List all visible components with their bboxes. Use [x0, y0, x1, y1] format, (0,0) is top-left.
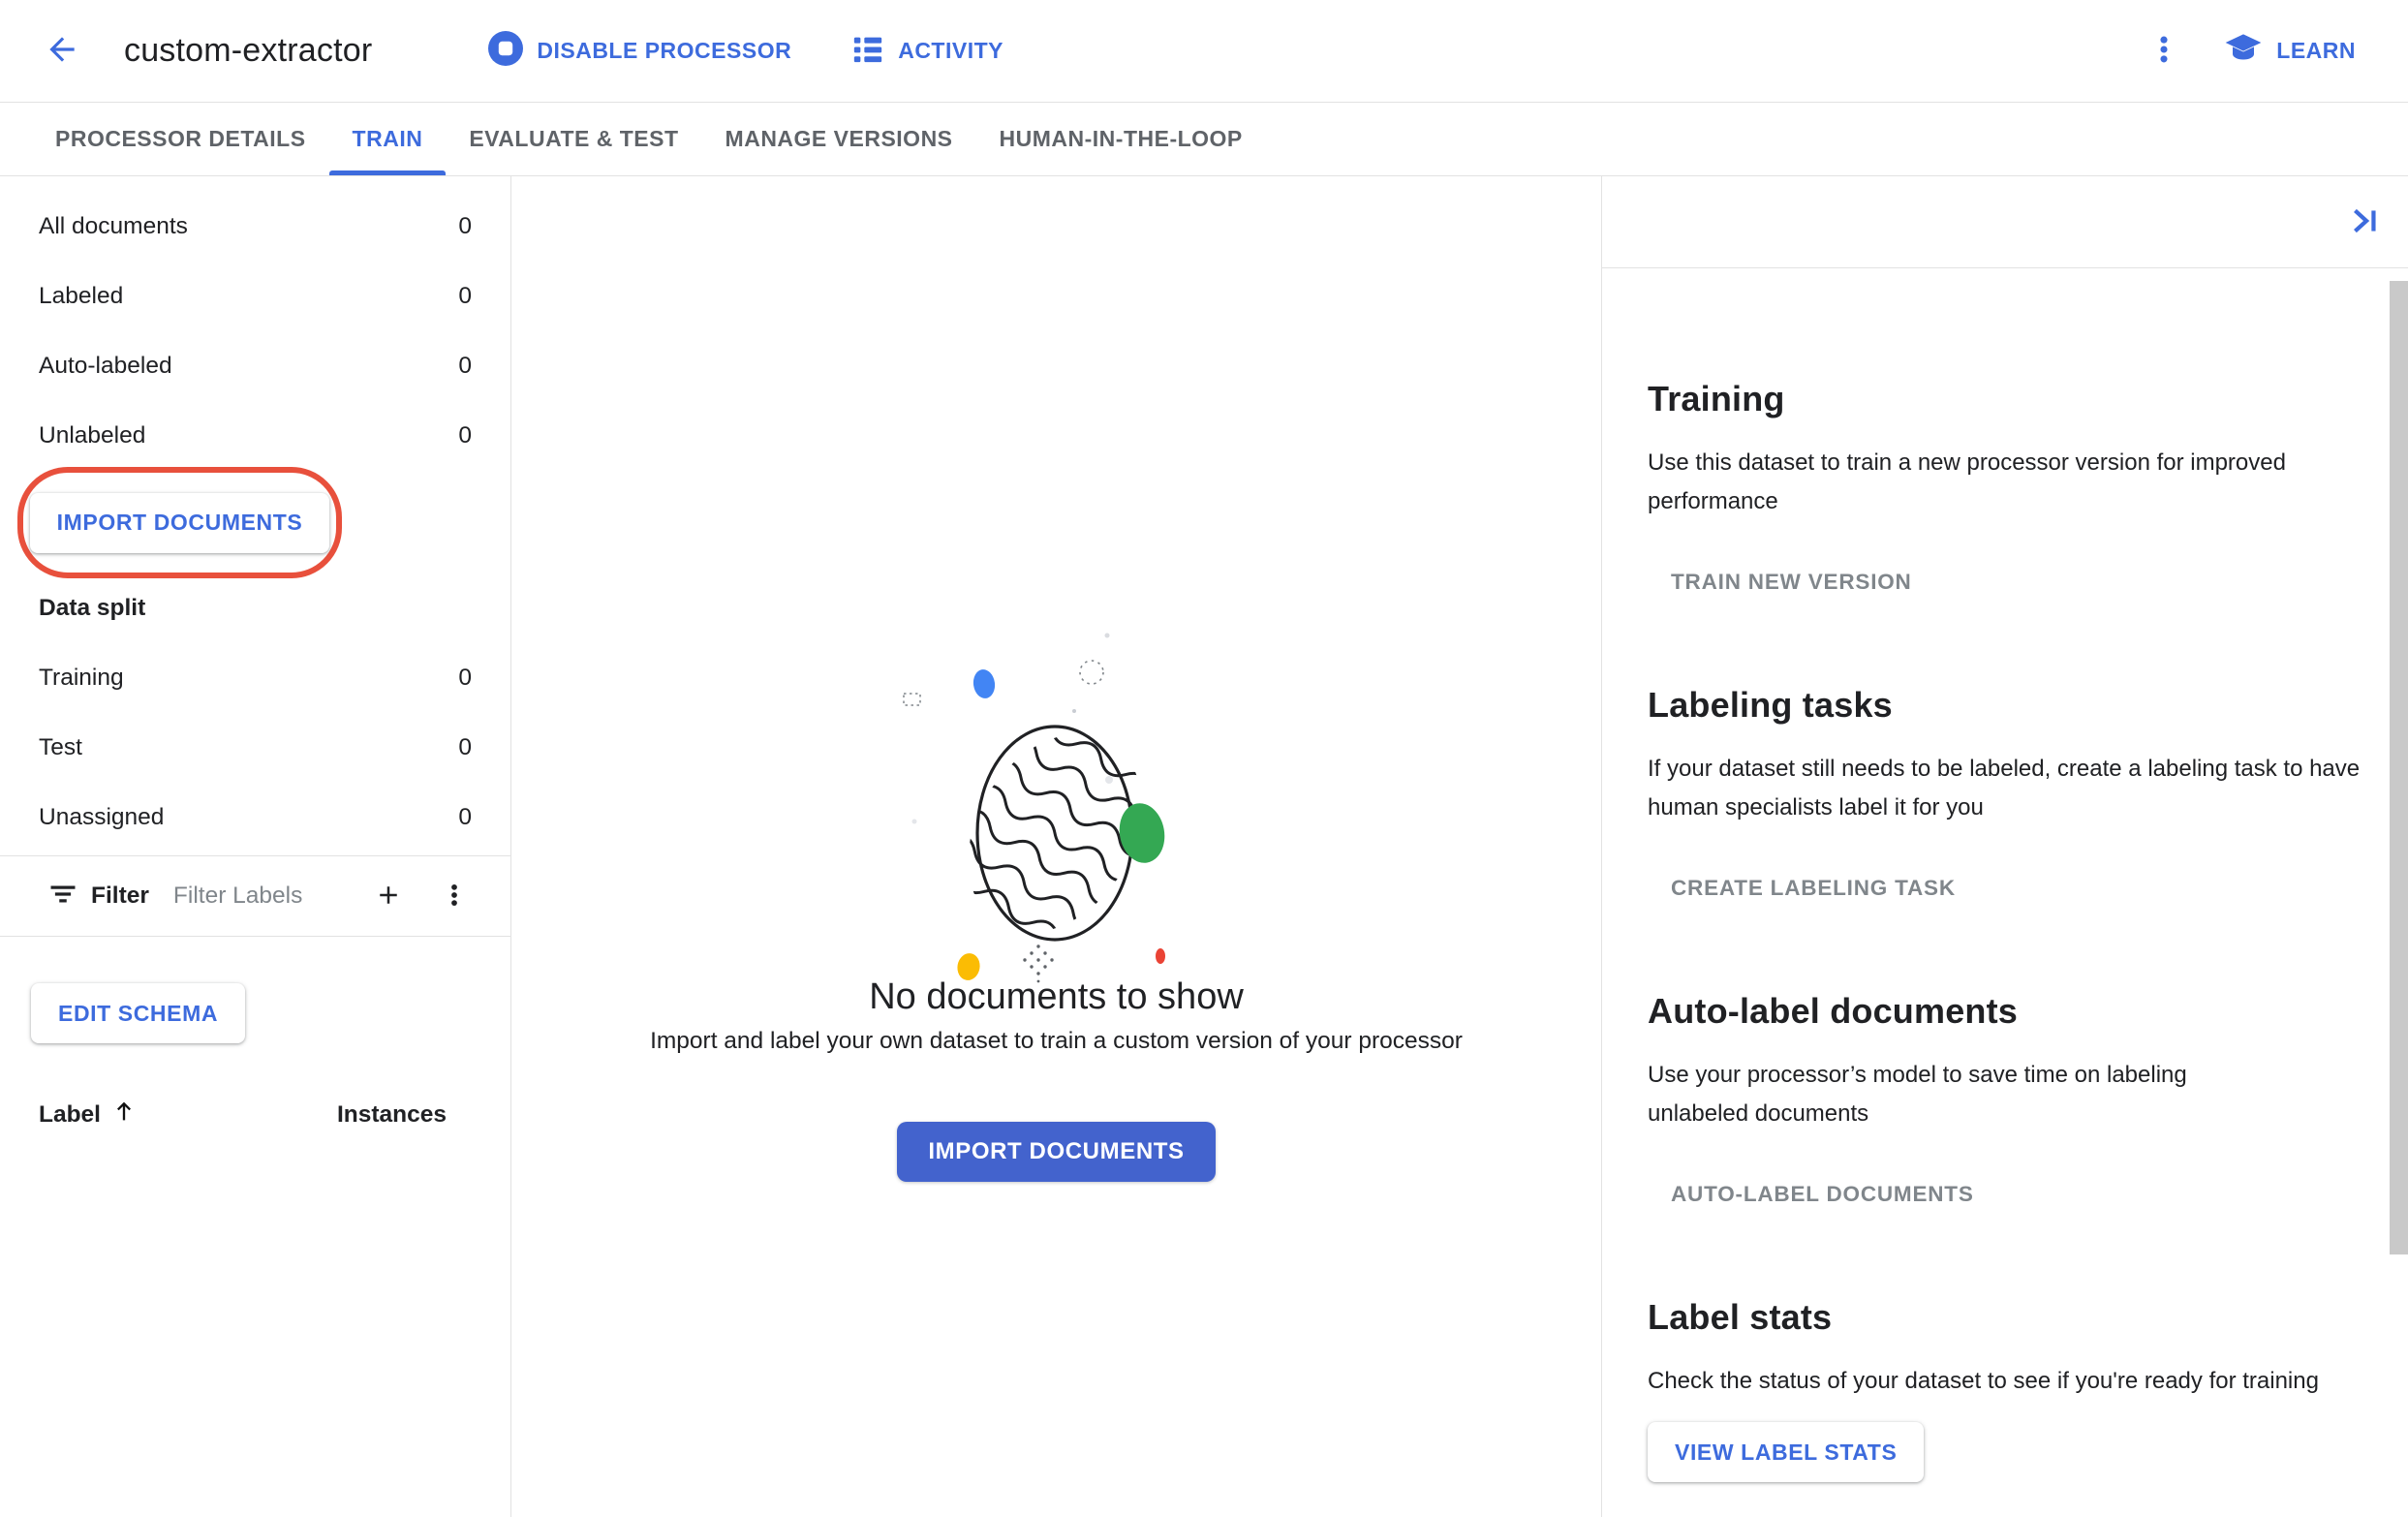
stat-count: 0: [458, 353, 472, 379]
activity-label: ACTIVITY: [898, 38, 1003, 63]
stat-count: 0: [458, 422, 472, 449]
learn-label: LEARN: [2276, 38, 2356, 63]
stat-label: Unlabeled: [39, 422, 146, 449]
red-annotation-circle: IMPORT DOCUMENTS: [17, 467, 342, 578]
sidebar-item-all-documents[interactable]: All documents 0: [0, 192, 510, 262]
stat-count: 0: [458, 734, 472, 760]
empty-state-subtitle: Import and label your own dataset to tra…: [650, 1028, 1463, 1054]
filter-labels-input[interactable]: [172, 882, 367, 910]
section-title: Labeling tasks: [1648, 685, 1893, 725]
plus-icon: [374, 881, 403, 913]
stat-label: Test: [39, 734, 82, 760]
sidebar-item-auto-labeled[interactable]: Auto-labeled 0: [0, 331, 510, 401]
side-panel-body: Training Use this dataset to train a new…: [1602, 268, 2408, 1482]
edit-schema-button[interactable]: EDIT SCHEMA: [31, 983, 246, 1043]
filter-menu-button[interactable]: [433, 875, 476, 917]
overflow-menu-button[interactable]: [2143, 30, 2185, 73]
section-body: Use your processor’s model to save time …: [1648, 1062, 2187, 1127]
stat-label: Auto-labeled: [39, 353, 172, 379]
page-scrollbar[interactable]: [2390, 281, 2408, 1254]
add-label-button[interactable]: [367, 875, 410, 917]
instances-column-header: Instances: [336, 1100, 447, 1128]
training-side-panel: Training Use this dataset to train a new…: [1601, 176, 2408, 1517]
data-split-header: Data split: [39, 595, 146, 621]
kebab-vertical-icon: [440, 881, 469, 913]
view-label-stats-button[interactable]: VIEW LABEL STATS: [1648, 1422, 1925, 1482]
section-body: If your dataset still needs to be labele…: [1648, 756, 2361, 820]
auto-label-section: Auto-label documents Use your processor’…: [1648, 990, 2369, 1219]
train-new-version-button[interactable]: TRAIN NEW VERSION: [1648, 558, 1935, 606]
label-filter-row: Filter: [0, 855, 510, 937]
section-title: Label stats: [1648, 1297, 1833, 1337]
tab-human-in-the-loop[interactable]: HUMAN-IN-THE-LOOP: [976, 103, 1266, 175]
section-body: Check the status of your dataset to see …: [1648, 1368, 2319, 1394]
documents-empty-state: No documents to show Import and label yo…: [511, 176, 1601, 1517]
import-documents-primary-button[interactable]: IMPORT DOCUMENTS: [897, 1122, 1216, 1182]
list-icon: [851, 32, 884, 71]
stop-circle-icon: [488, 30, 524, 72]
training-section: Training Use this dataset to train a new…: [1648, 378, 2369, 606]
top-bar: custom-extractor DISABLE PROCESSOR ACTIV…: [0, 0, 2408, 103]
arrow-up-icon: [110, 1098, 138, 1131]
filter-lines-icon: [48, 880, 77, 913]
disable-processor-label: DISABLE PROCESSOR: [537, 38, 792, 63]
label-stats-section: Label stats Check the status of your dat…: [1648, 1296, 2369, 1482]
empty-state-illustration: [902, 633, 1177, 983]
label-column-header[interactable]: Label: [39, 1098, 138, 1131]
create-labeling-task-button[interactable]: CREATE LABELING TASK: [1648, 864, 1979, 913]
stat-label: All documents: [39, 213, 188, 239]
dataset-sidebar: All documents 0 Labeled 0 Auto-labeled 0…: [0, 176, 511, 1517]
graduation-cap-icon: [2224, 29, 2263, 74]
import-documents-sidebar-button[interactable]: IMPORT DOCUMENTS: [29, 492, 330, 553]
kebab-vertical-icon: [2147, 33, 2180, 69]
collapse-panel-button[interactable]: [2344, 201, 2387, 243]
auto-label-documents-button[interactable]: AUTO-LABEL DOCUMENTS: [1648, 1170, 1997, 1219]
tab-manage-versions[interactable]: MANAGE VERSIONS: [702, 103, 976, 175]
stat-label: Training: [39, 665, 124, 691]
back-button[interactable]: [39, 28, 85, 75]
side-panel-header: [1602, 176, 2408, 268]
tab-train[interactable]: TRAIN: [328, 103, 447, 175]
arrow-left-icon: [44, 31, 80, 71]
section-title: Training: [1648, 379, 1785, 418]
stat-count: 0: [458, 804, 472, 830]
sidebar-item-unassigned[interactable]: Unassigned 0: [0, 783, 510, 852]
disable-processor-button[interactable]: DISABLE PROCESSOR: [488, 30, 792, 72]
stat-count: 0: [458, 213, 472, 239]
learn-button[interactable]: LEARN: [2224, 29, 2356, 74]
tab-evaluate-test[interactable]: EVALUATE & TEST: [446, 103, 701, 175]
sidebar-item-unlabeled[interactable]: Unlabeled 0: [0, 401, 510, 471]
section-body: Use this dataset to train a new processo…: [1648, 449, 2286, 514]
activity-button[interactable]: ACTIVITY: [851, 32, 1003, 71]
stat-label: Unassigned: [39, 804, 165, 830]
stat-count: 0: [458, 283, 472, 309]
stat-count: 0: [458, 665, 472, 691]
tab-processor-details[interactable]: PROCESSOR DETAILS: [32, 103, 329, 175]
empty-state-title: No documents to show: [869, 976, 1244, 1017]
stat-label: Labeled: [39, 283, 124, 309]
section-title: Auto-label documents: [1648, 991, 2019, 1031]
label-table-header: Label Instances: [0, 1098, 510, 1131]
sidebar-item-training[interactable]: Training 0: [0, 643, 510, 713]
labeling-tasks-section: Labeling tasks If your dataset still nee…: [1648, 684, 2369, 913]
filter-label: Filter: [91, 882, 149, 909]
sidebar-item-test[interactable]: Test 0: [0, 713, 510, 783]
tab-bar: PROCESSOR DETAILS TRAIN EVALUATE & TEST …: [0, 103, 2408, 176]
chevron-right-to-bar-icon: [2347, 202, 2384, 242]
page-title: custom-extractor: [124, 32, 373, 69]
sidebar-item-labeled[interactable]: Labeled 0: [0, 262, 510, 331]
